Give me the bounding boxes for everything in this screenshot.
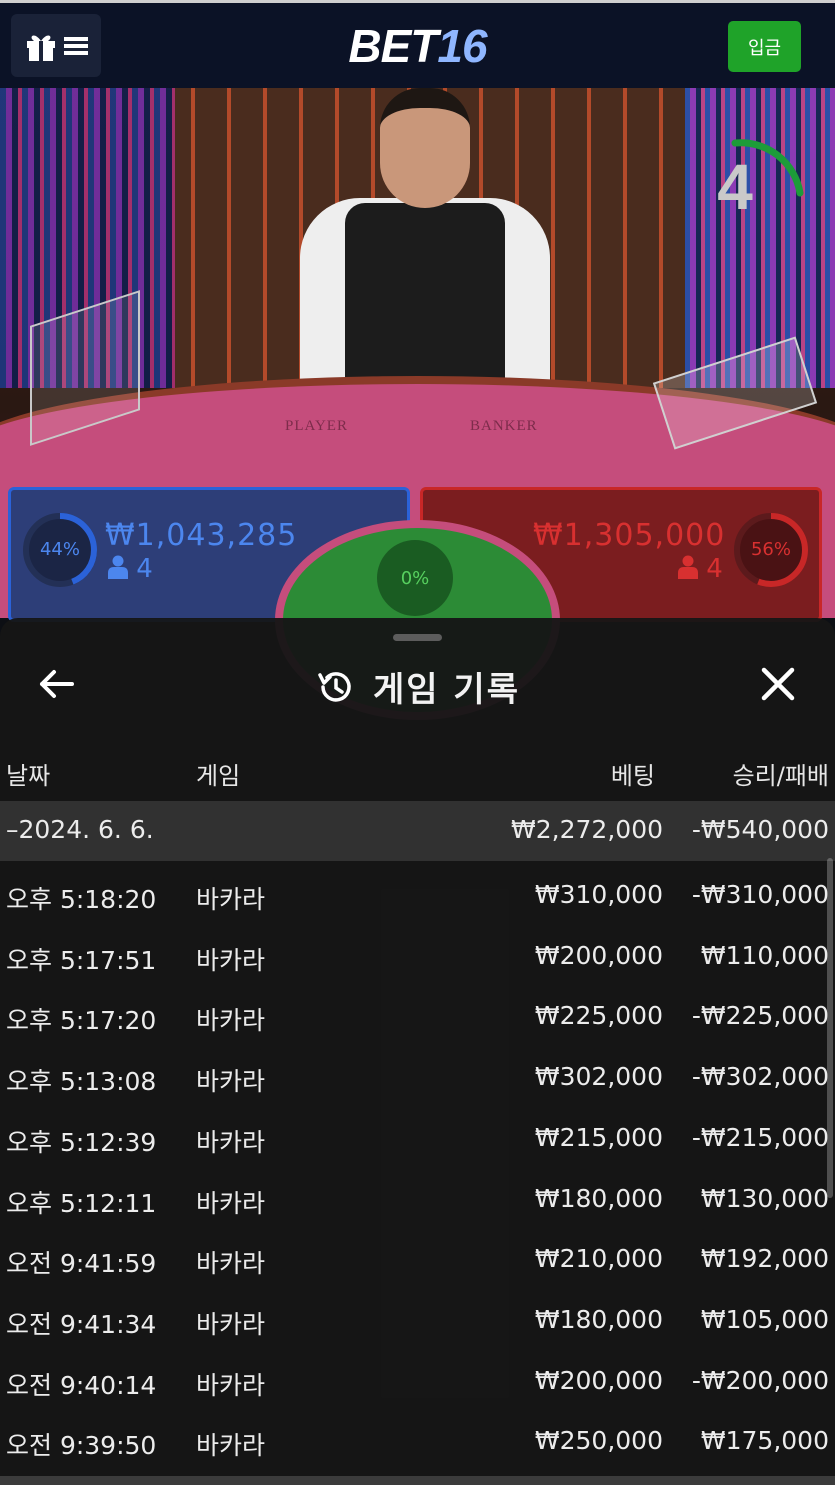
table-label-player: PLAYER <box>285 418 348 434</box>
history-game: 바카라 <box>196 1128 266 1157</box>
user-icon <box>108 555 128 579</box>
player-bettor-count: 4 <box>108 554 153 584</box>
player-total-amount: ₩1,043,285 <box>105 518 298 553</box>
table-label-banker: BANKER <box>470 418 538 434</box>
history-bet: ₩200,000 <box>534 941 663 970</box>
history-bet: ₩200,000 <box>534 1366 663 1395</box>
history-game: 바카라 <box>196 1067 266 1096</box>
history-game: 바카라 <box>196 1310 266 1339</box>
user-icon <box>678 555 698 579</box>
history-row[interactable]: 오전 9:39:50 바카라 ₩250,000 ₩175,000 <box>0 1412 835 1472</box>
history-result: -₩225,000 <box>691 1001 829 1030</box>
history-clock-icon <box>318 671 351 702</box>
sheet-title: 게임 기록 <box>0 662 835 711</box>
countdown-number: 4 <box>717 151 753 223</box>
history-game: 바카라 <box>196 1371 266 1400</box>
history-bet: ₩310,000 <box>534 880 663 909</box>
history-row[interactable]: 오후 5:12:11 바카라 ₩180,000 ₩130,000 <box>0 1170 835 1230</box>
history-result: ₩110,000 <box>700 941 829 970</box>
drag-handle[interactable] <box>393 634 442 641</box>
history-row[interactable]: 오후 5:12:39 바카라 ₩215,000 -₩215,000 <box>0 1109 835 1169</box>
history-time: 오후 5:13:08 <box>6 1067 157 1096</box>
history-time: 오전 9:41:34 <box>6 1310 157 1339</box>
tie-percent: 0% <box>377 540 453 616</box>
date-group-result-total: -₩540,000 <box>691 815 829 844</box>
history-bet: ₩215,000 <box>534 1123 663 1152</box>
banker-count-value: 4 <box>706 554 723 584</box>
date-group-label: –2024. 6. 6. <box>6 815 154 844</box>
game-history-sheet: 게임 기록 날짜 게임 베팅 승리/패배 –2024. 6. 6. ₩2,272… <box>0 618 835 1485</box>
history-time: 오전 9:41:59 <box>6 1249 157 1278</box>
history-result: ₩130,000 <box>700 1184 829 1213</box>
history-game: 바카라 <box>196 1189 266 1218</box>
history-row[interactable]: 오후 5:17:51 바카라 ₩200,000 ₩110,000 <box>0 927 835 987</box>
banker-bettor-count: 4 <box>678 554 723 584</box>
history-row[interactable]: 오후 5:18:20 바카라 ₩310,000 -₩310,000 <box>0 866 835 926</box>
date-group-row[interactable]: –2024. 6. 6. ₩2,272,000 -₩540,000 <box>0 801 835 861</box>
history-bet: ₩250,000 <box>534 1426 663 1455</box>
close-icon[interactable] <box>758 664 798 704</box>
history-time: 오후 5:18:20 <box>6 885 157 914</box>
history-result: -₩215,000 <box>691 1123 829 1152</box>
history-result: -₩302,000 <box>691 1062 829 1091</box>
dealer-head <box>380 88 470 208</box>
column-header-date: 날짜 <box>6 762 51 790</box>
date-group-bet-total: ₩2,272,000 <box>511 815 663 844</box>
banker-percent: 56% <box>750 539 791 560</box>
history-row[interactable]: 오후 5:13:08 바카라 ₩302,000 -₩302,000 <box>0 1048 835 1108</box>
bet16-logo[interactable]: BET16 <box>0 19 835 73</box>
player-count-value: 4 <box>136 554 153 584</box>
history-game: 바카라 <box>196 1431 266 1460</box>
sheet-title-text: 게임 기록 <box>373 670 520 710</box>
history-bet: ₩302,000 <box>534 1062 663 1091</box>
history-game: 바카라 <box>196 946 266 975</box>
history-result: ₩175,000 <box>700 1426 829 1455</box>
column-header-game: 게임 <box>196 762 241 790</box>
history-bet: ₩210,000 <box>534 1244 663 1273</box>
history-result: ₩105,000 <box>700 1305 829 1334</box>
history-bet: ₩225,000 <box>534 1001 663 1030</box>
scrollbar[interactable] <box>827 858 833 1198</box>
history-row[interactable]: 오전 9:41:59 바카라 ₩210,000 ₩192,000 <box>0 1230 835 1290</box>
history-time: 오후 5:17:51 <box>6 946 157 975</box>
history-time: 오후 5:12:11 <box>6 1189 157 1218</box>
history-row[interactable]: 오전 9:40:14 바카라 ₩200,000 -₩200,000 <box>0 1352 835 1412</box>
bottom-strip <box>0 1476 835 1485</box>
top-bar: BET16 입금 <box>0 0 835 88</box>
history-time: 오전 9:39:50 <box>6 1431 157 1460</box>
history-time: 오전 9:40:14 <box>6 1371 157 1400</box>
history-game: 바카라 <box>196 885 266 914</box>
history-result: -₩200,000 <box>691 1366 829 1395</box>
history-row[interactable]: 오후 5:17:20 바카라 ₩225,000 -₩225,000 <box>0 987 835 1047</box>
history-time: 오후 5:17:20 <box>6 1006 157 1035</box>
deposit-button[interactable]: 입금 <box>728 21 801 72</box>
history-bet: ₩180,000 <box>534 1184 663 1213</box>
history-result: ₩192,000 <box>700 1244 829 1273</box>
banker-total-amount: ₩1,305,000 <box>533 518 726 553</box>
history-game: 바카라 <box>196 1006 266 1035</box>
player-percent: 44% <box>39 539 80 560</box>
column-header-bet: 베팅 <box>610 762 655 790</box>
history-game: 바카라 <box>196 1249 266 1278</box>
history-time: 오후 5:12:39 <box>6 1128 157 1157</box>
history-result: -₩310,000 <box>691 880 829 909</box>
history-bet: ₩180,000 <box>534 1305 663 1334</box>
history-row[interactable]: 오전 9:41:34 바카라 ₩180,000 ₩105,000 <box>0 1291 835 1351</box>
column-header-result: 승리/패배 <box>732 762 829 790</box>
